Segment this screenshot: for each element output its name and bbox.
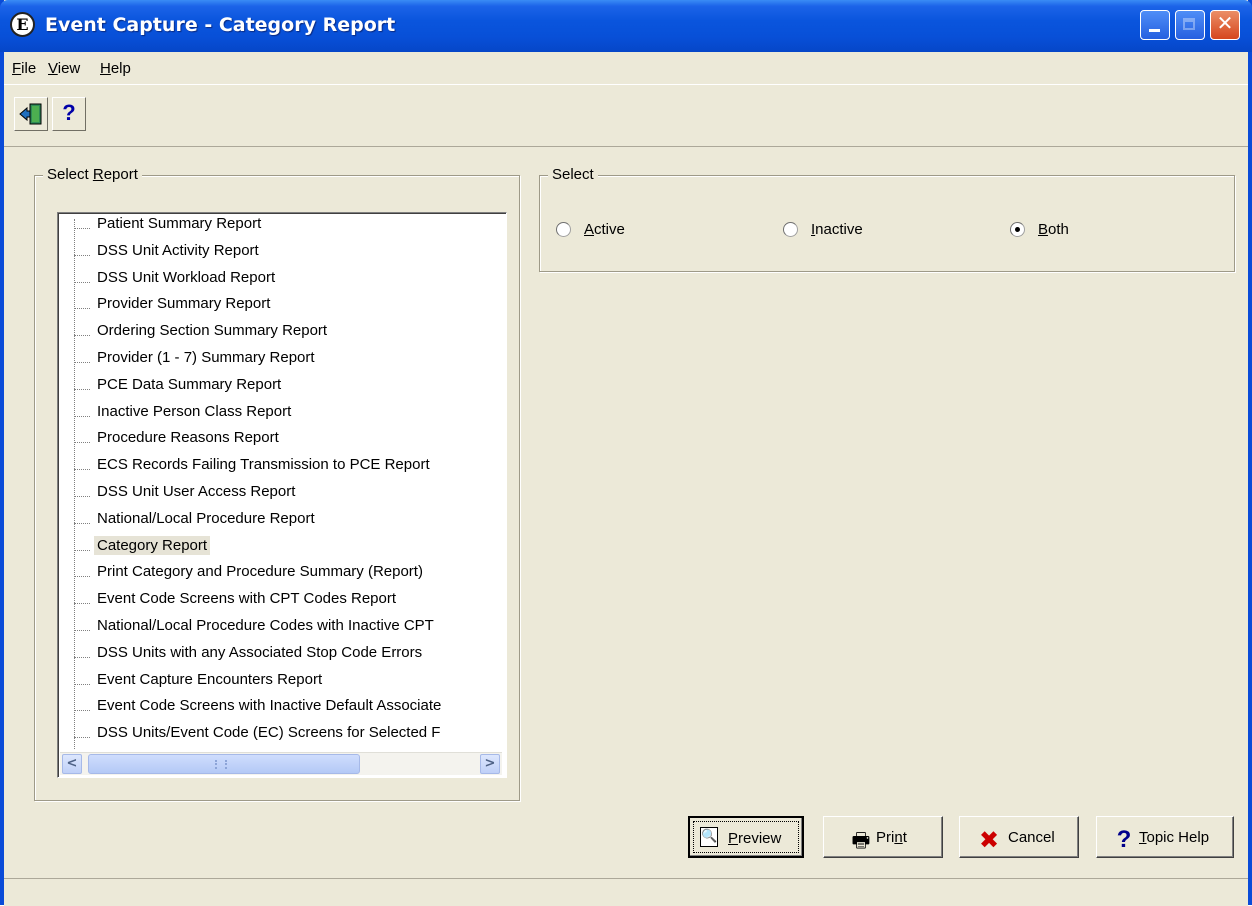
report-item[interactable]: Inactive Person Class Report [58,403,504,430]
select-report-group: Select Report Patient Summary Report DSS… [34,166,520,801]
toolbar: ? [4,86,1248,147]
maximize-button[interactable] [1175,10,1205,40]
minimize-button[interactable] [1140,10,1170,40]
red-x-icon: ✖ [978,826,1000,854]
question-mark-icon: ? [1116,826,1132,853]
status-bar [4,878,1248,906]
report-item[interactable]: Event Capture Encounters Report [58,671,504,698]
scroll-right-button[interactable]: > [480,754,500,774]
printer-icon: 🖶 [851,828,871,852]
report-item[interactable]: Ordering Section Summary Report [58,322,504,349]
exit-door-icon [19,103,42,125]
menu-help[interactable]: Help [100,60,131,77]
help-button[interactable]: ? [52,97,86,131]
topic-help-button[interactable]: ? Topic Help [1096,816,1234,858]
event-capture-e-icon: E [10,12,35,37]
app-window: E Event Capture - Category Report File V… [0,0,1252,906]
report-item[interactable]: Provider (1 - 7) Summary Report [58,349,504,376]
report-item[interactable]: DSS Unit User Access Report [58,483,504,510]
select-report-label: Select Report [43,166,142,183]
cancel-button[interactable]: ✖ Cancel [959,816,1079,858]
preview-magnifier-icon: 🔍 [700,827,718,847]
scroll-thumb[interactable] [88,754,360,774]
grip-icon [215,760,227,769]
report-item[interactable]: National/Local Procedure Codes with Inac… [58,617,504,644]
title-bar[interactable]: E Event Capture - Category Report [0,0,1252,52]
report-item[interactable]: Procedure Reasons Report [58,429,504,456]
report-item[interactable]: Patient Summary Report [58,215,504,242]
arrow-left-icon: < [66,756,78,771]
report-tree[interactable]: Patient Summary Report DSS Unit Activity… [57,212,507,778]
report-item[interactable]: Event Code Screens with CPT Codes Report [58,590,504,617]
question-mark-icon: ? [62,100,76,125]
select-status-group: Select Active Inactive Both [539,166,1235,272]
horizontal-scrollbar[interactable]: < > [60,752,502,775]
radio-circle-checked[interactable] [1010,222,1025,237]
scroll-left-button[interactable]: < [62,754,82,774]
report-item[interactable]: DSS Units/Event Code (EC) Screens for Se… [58,724,504,751]
report-item[interactable]: DSS Unit Workload Report [58,269,504,296]
radio-circle[interactable] [783,222,798,237]
report-item[interactable]: Event Code Screens with Inactive Default… [58,697,504,724]
report-item[interactable]: Print Category and Procedure Summary (Re… [58,563,504,590]
report-item[interactable]: DSS Units with any Associated Stop Code … [58,644,504,671]
select-status-label: Select [548,166,598,183]
menu-file[interactable]: File [12,60,36,77]
menu-bar: File View Help [4,52,1248,85]
report-item[interactable]: Provider Summary Report [58,295,504,322]
window-title: Event Capture - Category Report [45,14,396,36]
menu-view[interactable]: View [48,60,80,77]
close-button[interactable] [1210,10,1240,40]
radio-circle[interactable] [556,222,571,237]
report-list: Patient Summary Report DSS Unit Activity… [58,215,504,751]
report-item[interactable]: National/Local Procedure Report [58,510,504,537]
preview-button[interactable]: 🔍 Preview [688,816,804,858]
exit-button[interactable] [14,97,48,131]
print-button[interactable]: 🖶 Print [823,816,943,858]
report-item[interactable]: ECS Records Failing Transmission to PCE … [58,456,504,483]
arrow-right-icon: > [484,756,496,771]
report-item-selected[interactable]: Category Report [58,535,504,564]
report-item[interactable]: PCE Data Summary Report [58,376,504,403]
report-item[interactable]: DSS Unit Activity Report [58,242,504,269]
